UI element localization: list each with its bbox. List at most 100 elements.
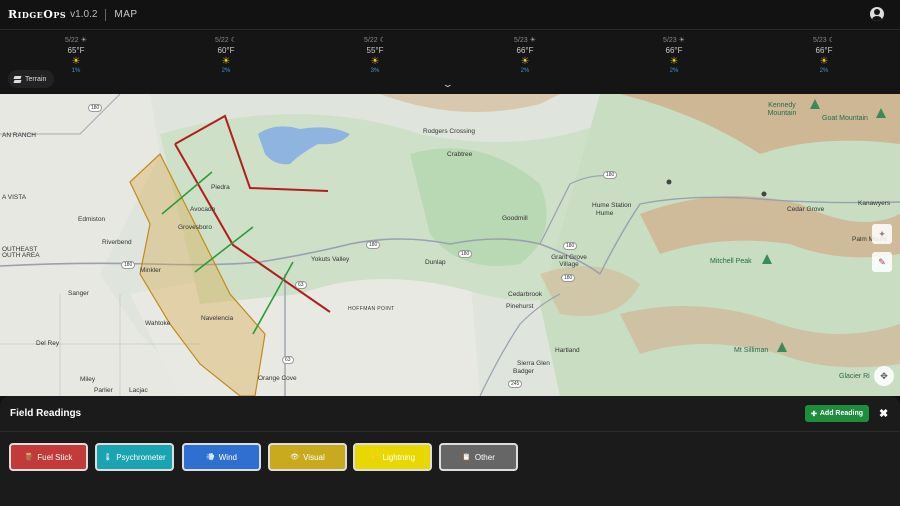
place-label: Cedar Grove xyxy=(787,206,825,213)
recenter-icon[interactable]: ✥ xyxy=(874,366,894,386)
place-label: Edmiston xyxy=(78,216,106,223)
place-marker xyxy=(666,179,672,185)
place-label: Badger xyxy=(513,368,534,375)
section-label: MAP xyxy=(114,9,138,20)
reading-label: Wind xyxy=(218,452,237,462)
lightning-button[interactable]: ⚡ Lightning xyxy=(353,443,432,471)
forecast-precip: 2% xyxy=(520,68,530,74)
sun-icon: ☀ xyxy=(520,56,530,67)
moon-icon: ☾ xyxy=(379,37,386,44)
place-label: AN RANCH xyxy=(2,132,36,139)
place-label: Miley xyxy=(80,376,96,383)
lightning-icon: ⚡ xyxy=(369,454,379,461)
place-label: Riverbend xyxy=(102,239,132,246)
place-label: Minkler xyxy=(140,267,161,274)
place-label: Rodgers Crossing xyxy=(423,128,476,135)
account-icon[interactable] xyxy=(870,7,884,21)
panel-title: Field Readings xyxy=(10,408,82,419)
sun-icon: ☀ xyxy=(529,37,536,44)
place-label: OUTH AREA xyxy=(2,252,40,259)
chevron-down-icon[interactable]: ⌄ xyxy=(442,79,454,90)
top-bar: RidgeOps v1.0.2 MAP xyxy=(0,0,900,30)
reading-label: Other xyxy=(474,452,495,462)
place-label: Grovesboro xyxy=(178,224,212,231)
forecast-temp: 66°F xyxy=(665,46,683,55)
route-shield: 180 xyxy=(561,274,576,282)
fuel-stick-button[interactable]: 🪵 Fuel Stick xyxy=(9,443,88,471)
peak-label: Mt Silliman xyxy=(734,347,769,354)
sun-icon: ☀ xyxy=(370,56,380,67)
place-label: Kanawyers xyxy=(858,200,891,207)
place-label: Goodmill xyxy=(502,215,528,222)
forecast-precip: 1% xyxy=(71,68,81,74)
forecast-item: 5/23 ☀ 66°F ☀ 2% xyxy=(644,36,704,74)
place-label: Wahtoke xyxy=(145,320,171,327)
route-shield: 180 xyxy=(563,242,578,250)
app-version: v1.0.2 xyxy=(70,9,98,20)
route-shield: 245 xyxy=(508,380,523,388)
moon-icon: ☾ xyxy=(828,37,835,44)
layers-icon xyxy=(14,76,21,83)
forecast-precip: 3% xyxy=(370,68,380,74)
forecast-item: 5/22 ☾ 60°F ☀ 2% xyxy=(196,36,256,74)
place-label: Yokuts Valley xyxy=(311,256,350,263)
field-readings-panel: Field Readings ✚ Add Reading ✖ 🪵 Fuel St… xyxy=(0,396,900,506)
place-label: Del Rey xyxy=(36,340,60,347)
moon-icon: ☾ xyxy=(230,37,237,44)
place-label: Glacier Ri xyxy=(839,373,870,380)
pegman-icon[interactable]: ✦ xyxy=(872,224,892,244)
eye-icon: 👁 xyxy=(290,454,300,461)
panel-divider xyxy=(0,431,900,432)
forecast-precip: 2% xyxy=(819,68,829,74)
route-shield: 180 xyxy=(366,241,381,249)
place-label: Sierra Glen xyxy=(517,360,550,367)
route-shield: 180 xyxy=(121,261,136,269)
place-label: Orange Cove xyxy=(258,375,297,382)
place-label: Cedarbrook xyxy=(508,291,542,298)
sun-icon: ☀ xyxy=(80,37,87,44)
peak-label: Goat Mountain xyxy=(822,115,868,122)
place-label: Parlier xyxy=(94,387,113,394)
sun-icon: ☀ xyxy=(221,56,231,67)
sun-icon: ☀ xyxy=(71,56,81,67)
visual-button[interactable]: 👁 Visual xyxy=(268,443,347,471)
terrain-label: Terrain xyxy=(25,75,47,83)
forecast-precip: 2% xyxy=(221,68,231,74)
add-reading-label: Add Reading xyxy=(819,410,864,417)
route-shield: 63 xyxy=(295,281,307,289)
place-label: Crabtree xyxy=(447,151,473,158)
add-reading-button[interactable]: ✚ Add Reading xyxy=(805,405,870,422)
route-shield: 180 xyxy=(458,250,473,258)
forecast-temp: 65°F xyxy=(67,46,85,55)
place-label: Hartland xyxy=(555,347,580,354)
forecast-temp: 55°F xyxy=(366,46,384,55)
forecast-item: 5/23 ☾ 66°F ☀ 2% xyxy=(794,36,854,74)
reading-label: Lightning xyxy=(382,452,416,462)
psychrometer-button[interactable]: 🌡 Psychrometer xyxy=(95,443,174,471)
reading-label: Visual xyxy=(303,452,325,462)
route-shield: 63 xyxy=(282,356,294,364)
route-shield: 180 xyxy=(88,104,103,112)
sun-icon: ☀ xyxy=(819,56,829,67)
place-marker xyxy=(761,191,767,197)
reading-label: Fuel Stick xyxy=(37,452,73,462)
place-label: Hume xyxy=(596,210,614,217)
wind-button[interactable]: 💨 Wind xyxy=(182,443,261,471)
thermometer-icon: 🌡 xyxy=(103,454,113,461)
other-button[interactable]: 📋 Other xyxy=(439,443,518,471)
close-icon[interactable]: ✖ xyxy=(879,407,888,420)
forecast-precip: 2% xyxy=(669,68,679,74)
marker-tool-icon[interactable]: ✎ xyxy=(872,252,892,272)
place-label: Piedra xyxy=(211,184,230,191)
wind-icon: 💨 xyxy=(206,454,215,461)
place-label: Grant Grove Village xyxy=(551,254,587,268)
plus-icon: ✚ xyxy=(811,410,817,418)
place-label: A VISTA xyxy=(2,194,27,201)
terrain-layer-button[interactable]: Terrain xyxy=(8,70,55,88)
place-label: Avocado xyxy=(190,206,216,213)
map-view[interactable]: Rodgers Crossing Crabtree Piedra Avocado… xyxy=(0,94,900,396)
peak-label: Mitchell Peak xyxy=(710,258,752,265)
place-label: Pinehurst xyxy=(506,303,534,310)
forecast-item: 5/22 ☀ 65°F ☀ 1% xyxy=(46,36,106,74)
forecast-temp: 66°F xyxy=(815,46,833,55)
